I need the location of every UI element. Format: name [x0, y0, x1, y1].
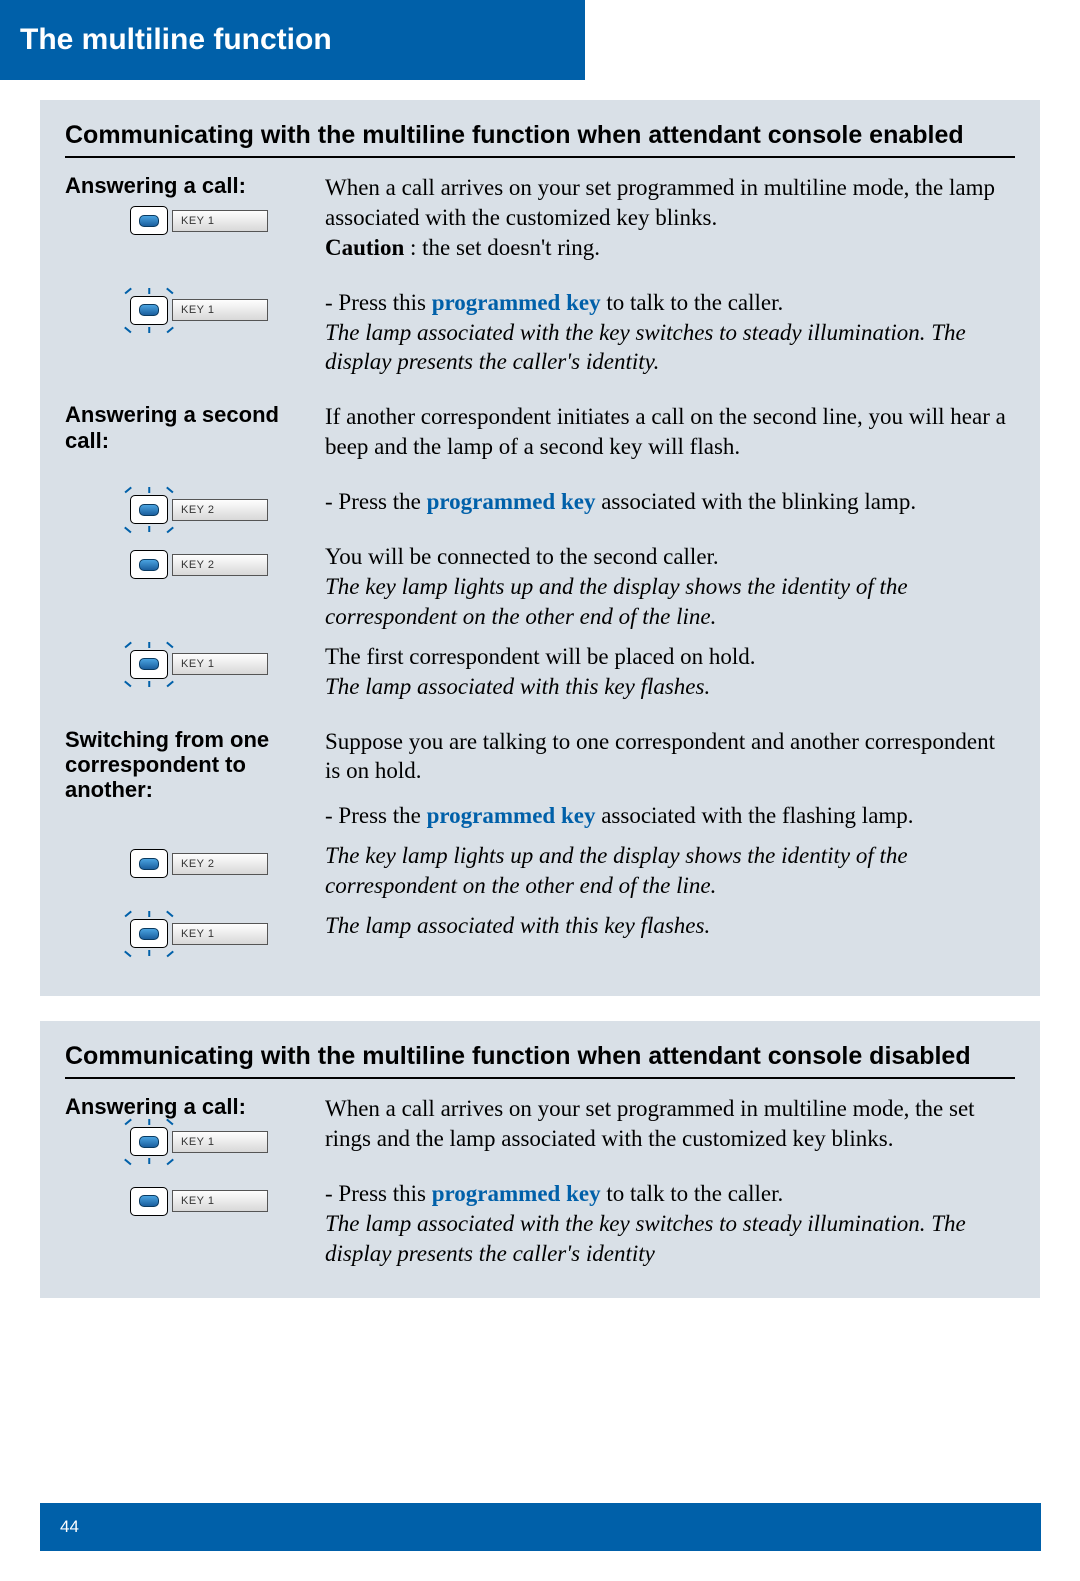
key-icon-key1-steady: KEY 1: [130, 206, 325, 235]
text-italic: The lamp associated with the key switche…: [325, 1211, 966, 1266]
text: associated with the blinking lamp.: [595, 489, 916, 514]
text-italic: The lamp associated with the key switche…: [325, 320, 966, 375]
lamp-flash-icon: [130, 1127, 168, 1156]
lamp-icon: [130, 550, 168, 579]
lamp-flash-icon: [130, 296, 168, 325]
caution-text: : the set doesn't ring.: [404, 235, 600, 260]
key-label: KEY 1: [172, 1190, 268, 1212]
caution-label: Caution: [325, 235, 404, 260]
text: to talk to the caller.: [601, 1181, 784, 1206]
text: to talk to the caller.: [601, 290, 784, 315]
page-number: 44: [60, 1517, 79, 1536]
key-label: KEY 1: [172, 653, 268, 675]
chapter-header: The multiline function: [0, 0, 585, 80]
text: - Press this: [325, 290, 432, 315]
key-label: KEY 1: [172, 923, 268, 945]
key-icon-key1-flash: KEY 1: [130, 919, 325, 948]
key-label: KEY 1: [172, 299, 268, 321]
link-programmed-key: programmed key: [427, 803, 596, 828]
heading-answering-2: Answering a call:: [65, 1094, 325, 1119]
section-title-enabled: Communicating with the multiline functio…: [65, 120, 1015, 158]
text: - Press the: [325, 803, 427, 828]
text: You will be connected to the second call…: [325, 544, 719, 569]
link-programmed-key: programmed key: [427, 489, 596, 514]
text-italic: The lamp associated with this key flashe…: [325, 913, 710, 938]
text: - Press the: [325, 489, 427, 514]
text-italic: The lamp associated with this key flashe…: [325, 674, 710, 699]
lamp-flash-icon: [130, 919, 168, 948]
key-icon-key1-flash: KEY 1: [130, 296, 325, 325]
key-label: KEY 1: [172, 1131, 268, 1153]
link-programmed-key: programmed key: [432, 1181, 601, 1206]
key-label: KEY 2: [172, 554, 268, 576]
text-italic: The key lamp lights up and the display s…: [325, 843, 908, 898]
key-icon-key2-flash: KEY 2: [130, 495, 325, 524]
text: The first correspondent will be placed o…: [325, 644, 756, 669]
key-label: KEY 1: [172, 210, 268, 232]
key-icon-key1-flash: KEY 1: [130, 1127, 325, 1156]
chapter-title: The multiline function: [20, 23, 332, 56]
heading-answering: Answering a call:: [65, 173, 325, 198]
text: When a call arrives on your set programm…: [325, 175, 995, 230]
lamp-flash-icon: [130, 495, 168, 524]
section-title-disabled: Communicating with the multiline functio…: [65, 1041, 1015, 1079]
lamp-flash-icon: [130, 650, 168, 679]
key-icon-key2-steady: KEY 2: [130, 550, 325, 579]
key-icon-key2-steady: KEY 2: [130, 849, 325, 878]
lamp-icon: [130, 206, 168, 235]
lamp-icon: [130, 849, 168, 878]
heading-switching: Switching from one correspondent to anot…: [65, 727, 325, 803]
key-icon-key1-flash: KEY 1: [130, 650, 325, 679]
key-label: KEY 2: [172, 853, 268, 875]
key-label: KEY 2: [172, 499, 268, 521]
text: Suppose you are talking to one correspon…: [325, 729, 995, 784]
heading-second-call: Answering a second call:: [65, 402, 325, 453]
text: - Press this: [325, 1181, 432, 1206]
text: If another correspondent initiates a cal…: [325, 404, 1006, 459]
text: associated with the flashing lamp.: [595, 803, 913, 828]
section-enabled: Communicating with the multiline functio…: [40, 100, 1040, 996]
key-icon-key1-steady: KEY 1: [130, 1187, 325, 1216]
lamp-icon: [130, 1187, 168, 1216]
section-disabled: Communicating with the multiline functio…: [40, 1021, 1040, 1298]
text: When a call arrives on your set programm…: [325, 1096, 975, 1151]
link-programmed-key: programmed key: [432, 290, 601, 315]
text-italic: The key lamp lights up and the display s…: [325, 574, 908, 629]
page-content: Communicating with the multiline functio…: [0, 100, 1080, 1363]
